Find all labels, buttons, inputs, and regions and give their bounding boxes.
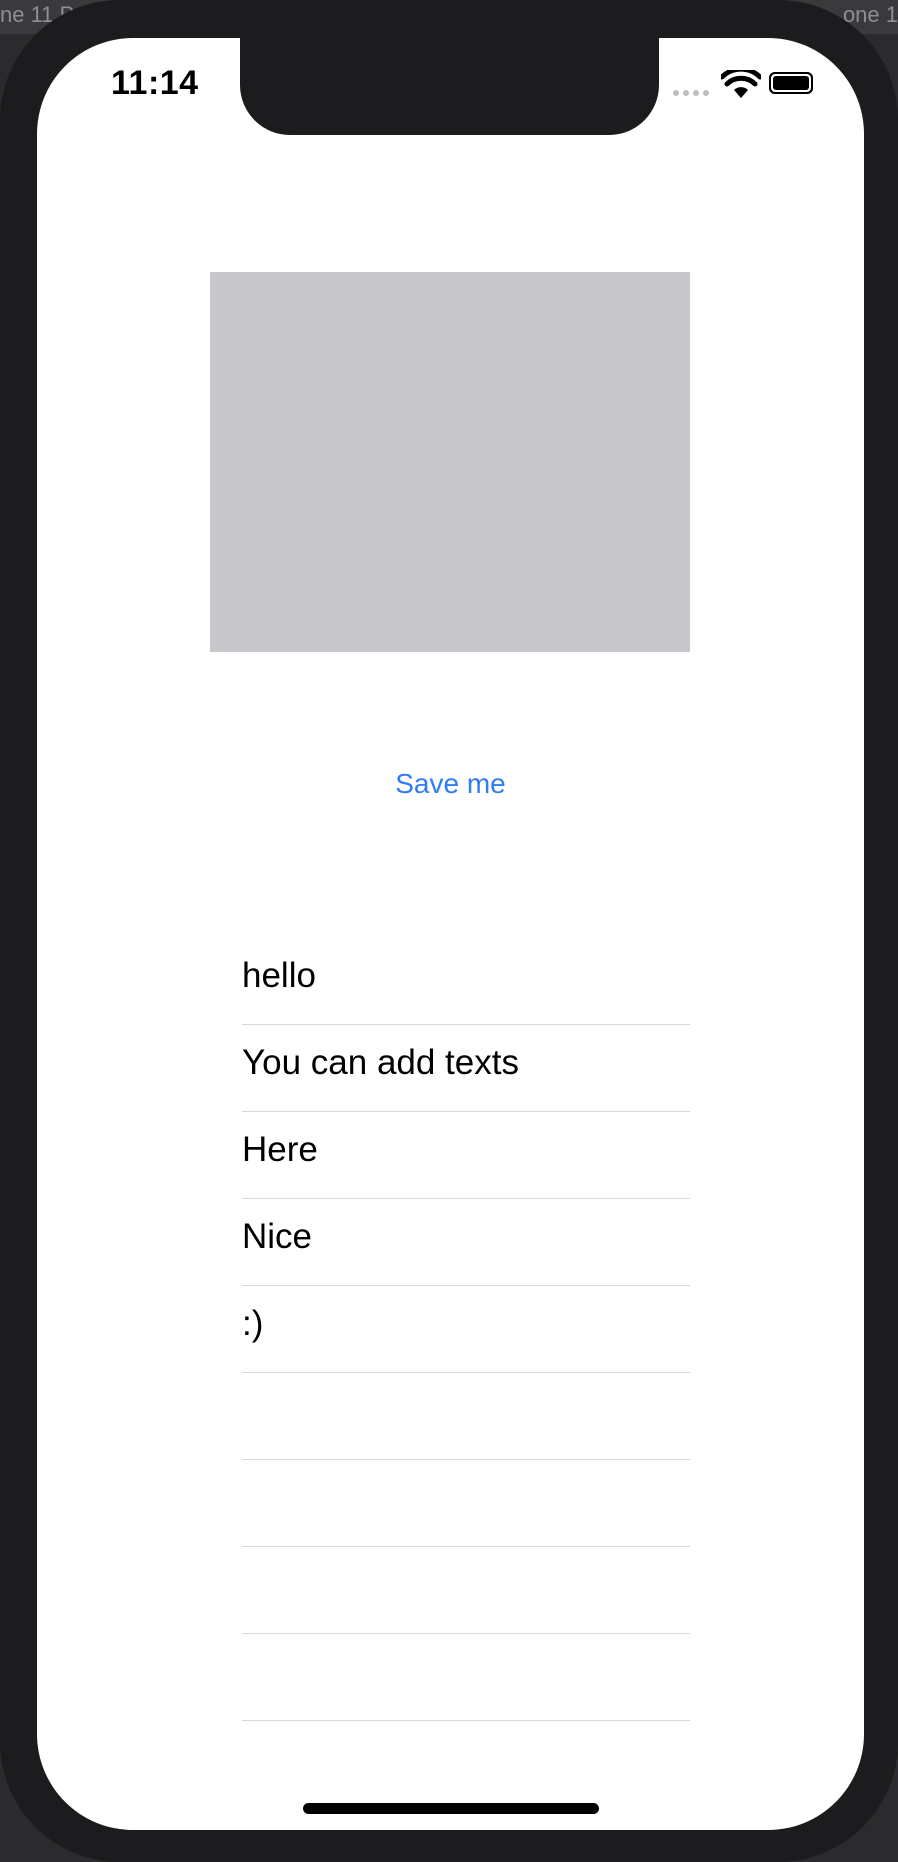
text-row-label: You can add texts [242, 1043, 519, 1082]
text-row[interactable] [242, 1634, 690, 1721]
text-row-label: Nice [242, 1217, 313, 1256]
text-row-label: :) [242, 1304, 264, 1343]
text-row[interactable] [242, 1373, 690, 1460]
save-me-button[interactable]: Save me [37, 768, 864, 800]
text-row[interactable]: hello [242, 938, 690, 1025]
text-row-label: hello [242, 956, 316, 995]
text-row[interactable]: :) [242, 1286, 690, 1373]
text-row[interactable] [242, 1460, 690, 1547]
home-indicator[interactable] [303, 1803, 599, 1814]
text-list: hello You can add texts Here Nice :) [242, 938, 690, 1721]
text-row[interactable]: Here [242, 1112, 690, 1199]
text-row[interactable]: You can add texts [242, 1025, 690, 1112]
text-row-label: Here [242, 1130, 318, 1169]
phone-screen: 11:14 Save me hello You can add texts He… [37, 38, 864, 1830]
status-time: 11:14 [111, 64, 199, 102]
text-row[interactable] [242, 1547, 690, 1634]
text-row[interactable]: Nice [242, 1199, 690, 1286]
cellular-signal-icon [673, 90, 711, 96]
image-placeholder [210, 272, 690, 652]
wifi-icon [721, 70, 761, 98]
notch [240, 38, 659, 135]
battery-cap [769, 72, 813, 94]
phone-frame: 11:14 Save me hello You can add texts He… [0, 0, 898, 1862]
